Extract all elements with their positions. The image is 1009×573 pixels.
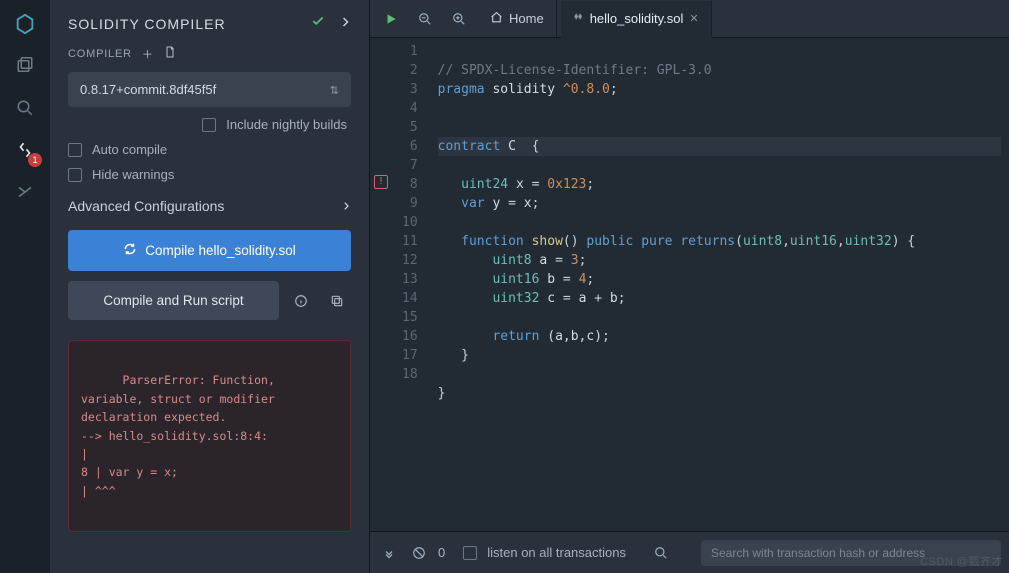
hide-warnings-checkbox[interactable] [68,168,82,182]
line-number: 6 [402,137,418,156]
compiler-rail-icon[interactable]: 1 [13,138,37,162]
line-number: 7 [402,156,418,175]
refresh-icon [123,242,137,259]
auto-compile-checkbox[interactable] [68,143,82,157]
line-number: 2 [402,61,418,80]
terminal-bar: 0 listen on all transactions Search with… [370,531,1009,573]
line-number: 4 [402,99,418,118]
line-number: 3 [402,80,418,99]
line-number: 15 [402,308,418,327]
hide-warnings-label: Hide warnings [92,167,174,182]
compiler-label-row: COMPILER ＋ [68,45,351,62]
pending-count: 0 [438,545,445,560]
search-rail-icon[interactable] [13,96,37,120]
compile-run-button-label: Compile and Run script [103,293,243,308]
advanced-label: Advanced Configurations [68,198,224,214]
advanced-configurations[interactable]: Advanced Configurations [68,192,351,220]
tab-home[interactable]: Home [478,0,557,37]
hide-warnings-row: Hide warnings [68,167,351,182]
tx-search-placeholder: Search with transaction hash or address [711,546,925,560]
tab-file-label: hello_solidity.sol [590,11,684,26]
compiler-error-box: ParserError: Function, variable, struct … [68,340,351,532]
line-number: 17 [402,346,418,365]
tab-file[interactable]: hello_solidity.sol ✕ [561,1,712,38]
info-icon[interactable] [287,281,315,320]
tab-home-label: Home [509,11,544,26]
error-badge: 1 [28,153,42,167]
line-number: 5 [402,118,418,137]
remix-logo-icon[interactable] [13,12,37,36]
compile-button[interactable]: Compile hello_solidity.sol [68,230,351,271]
copy-icon[interactable] [323,281,351,320]
listen-checkbox[interactable] [463,546,477,560]
zoom-out-icon[interactable] [410,4,440,34]
run-icon[interactable] [376,4,406,34]
panel-title: SOLIDITY COMPILER [68,16,226,32]
ban-icon[interactable] [408,538,430,568]
chevron-right-icon [341,198,351,214]
left-icon-rail: 1 [0,0,50,573]
error-line-marker[interactable]: ! [374,175,388,189]
editor-toolbar: Home hello_solidity.sol ✕ [370,0,1009,38]
add-compiler-icon[interactable]: ＋ [142,46,154,62]
compiler-version-value: 0.8.17+commit.8df45f5f [80,82,216,97]
chevron-right-icon[interactable] [339,15,351,33]
code-content[interactable]: // SPDX-License-Identifier: GPL-3.0pragm… [430,38,1009,531]
line-number: 1 [402,42,418,61]
line-number: 10 [402,213,418,232]
line-number: 16 [402,327,418,346]
file-explorer-icon[interactable] [13,54,37,78]
nightly-builds-checkbox[interactable] [202,118,216,132]
document-icon[interactable] [164,45,176,62]
watermark: CSDN @甄齐才 [920,553,1003,569]
listen-label: listen on all transactions [487,545,626,560]
nightly-builds-row: Include nightly builds [68,117,351,132]
compiler-error-text: ParserError: Function, variable, struct … [81,373,282,497]
line-number: 13 [402,270,418,289]
select-arrows-icon [330,82,339,97]
line-number: 12 [402,251,418,270]
compile-button-label: Compile hello_solidity.sol [145,243,296,258]
compiler-label: COMPILER [68,48,132,60]
compiler-panel: SOLIDITY COMPILER COMPILER ＋ 0.8.17+comm… [50,0,370,573]
code-editor[interactable]: ! 1 2 3 4 5 6 7 8 9 10 11 12 13 14 15 16… [370,38,1009,531]
expand-icon[interactable] [378,538,400,568]
auto-compile-label: Auto compile [92,142,167,157]
compiler-version-select[interactable]: 0.8.17+commit.8df45f5f [68,72,351,107]
solidity-icon [573,11,584,27]
panel-header: SOLIDITY COMPILER [50,0,369,45]
listen-row: listen on all transactions [463,545,626,560]
home-icon [490,11,503,27]
line-number-gutter: 1 2 3 4 5 6 7 8 9 10 11 12 13 14 15 16 1… [394,38,430,531]
error-gutter: ! [370,38,394,531]
main-area: Home hello_solidity.sol ✕ ! 1 2 3 4 5 6 … [370,0,1009,573]
line-number: 18 [402,365,418,384]
line-number: 11 [402,232,418,251]
terminal-search-icon[interactable] [648,538,674,568]
deploy-rail-icon[interactable] [13,180,37,204]
compile-run-button[interactable]: Compile and Run script [68,281,279,320]
line-number: 14 [402,289,418,308]
auto-compile-row: Auto compile [68,142,351,157]
close-icon[interactable]: ✕ [689,12,698,25]
check-icon[interactable] [311,14,325,33]
line-number: 8 [402,175,418,194]
zoom-in-icon[interactable] [444,4,474,34]
nightly-builds-label: Include nightly builds [226,117,347,132]
line-number: 9 [402,194,418,213]
